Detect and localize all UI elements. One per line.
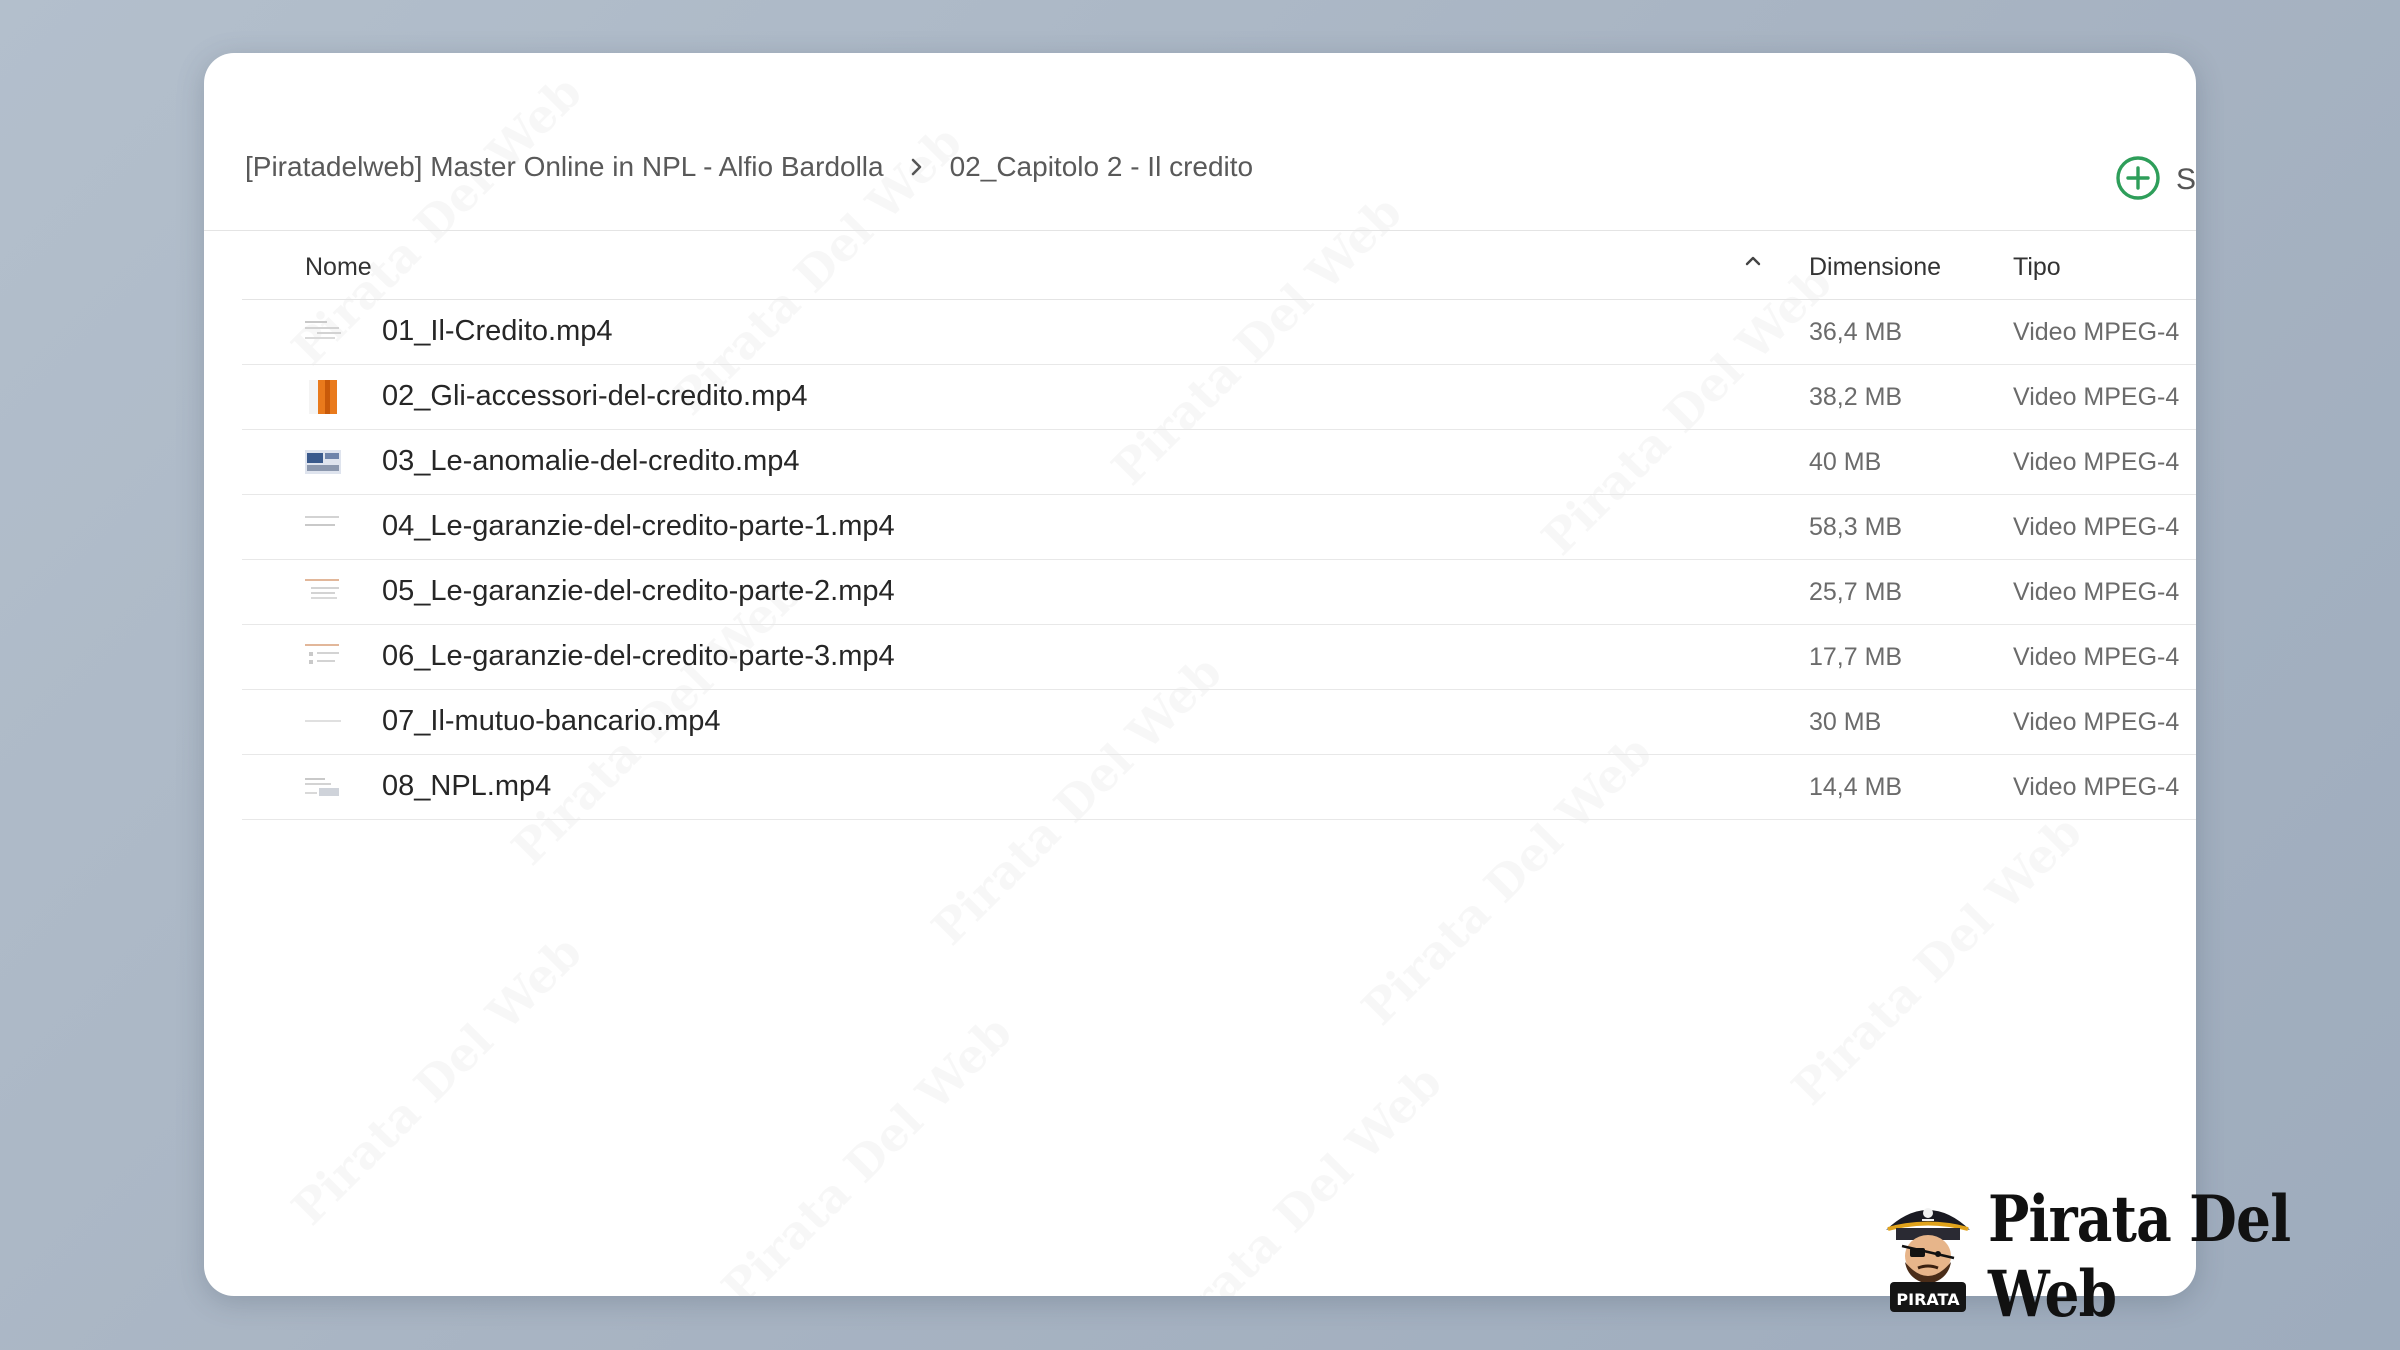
breadcrumb-item-current[interactable]: 02_Capitolo 2 - Il credito: [950, 151, 1254, 183]
slide-thumbnail-icon: [305, 510, 343, 544]
file-row[interactable]: 03_Le-anomalie-del-credito.mp4 40 MB Vid…: [242, 430, 2196, 495]
watermark-text: Pirata Del Web: [1141, 1054, 1452, 1296]
file-size: 36,4 MB: [1809, 318, 1903, 346]
file-size: 40 MB: [1809, 448, 1882, 476]
file-name: 03_Le-anomalie-del-credito.mp4: [382, 445, 800, 477]
file-name: 04_Le-garanzie-del-credito-parte-1.mp4: [382, 510, 895, 542]
column-header-type[interactable]: Tipo: [2013, 253, 2061, 282]
watermark-text: Pirata Del Web: [711, 1004, 1022, 1296]
slide-thumbnail-icon: [305, 770, 343, 804]
file-name: 01_Il-Credito.mp4: [382, 315, 613, 347]
file-size: 25,7 MB: [1809, 578, 1903, 606]
pirate-mascot-icon: PIRATA: [1878, 1196, 1978, 1319]
watermark-text: Pirata Del Web: [281, 924, 592, 1236]
file-row[interactable]: 01_Il-Credito.mp4 36,4 MB Video MPEG-4: [242, 300, 2196, 365]
file-name: 07_Il-mutuo-bancario.mp4: [382, 705, 721, 737]
breadcrumb-item-root[interactable]: [Piratadelweb] Master Online in NPL - Al…: [245, 151, 884, 183]
file-name: 06_Le-garanzie-del-credito-parte-3.mp4: [382, 640, 895, 672]
file-size: 17,7 MB: [1809, 643, 1903, 671]
file-row[interactable]: 02_Gli-accessori-del-credito.mp4 38,2 MB…: [242, 365, 2196, 430]
slide-thumbnail-icon: [305, 575, 343, 609]
file-browser-window: Pirata Del Web Pirata Del Web Pirata Del…: [204, 53, 2196, 1296]
file-type: Video MPEG-4: [2013, 513, 2180, 541]
slide-thumbnail-icon: [305, 640, 343, 674]
header-divider: [204, 230, 2196, 231]
file-type: Video MPEG-4: [2013, 318, 2180, 346]
file-row[interactable]: 04_Le-garanzie-del-credito-parte-1.mp4 5…: [242, 495, 2196, 560]
column-header-row: Nome Dimensione Tipo: [242, 233, 2196, 300]
blank-thumbnail-icon: [305, 705, 343, 739]
file-type: Video MPEG-4: [2013, 708, 2180, 736]
watermark-text: Pirata Del Web: [1781, 804, 2092, 1116]
file-size: 58,3 MB: [1809, 513, 1903, 541]
slide-thumbnail-icon: [305, 315, 343, 349]
new-button[interactable]: S: [2114, 154, 2196, 207]
file-type: Video MPEG-4: [2013, 448, 2180, 476]
file-type: Video MPEG-4: [2013, 773, 2180, 801]
file-type: Video MPEG-4: [2013, 643, 2180, 671]
file-row[interactable]: 05_Le-garanzie-del-credito-parte-2.mp4 2…: [242, 560, 2196, 625]
file-name: 02_Gli-accessori-del-credito.mp4: [382, 380, 808, 412]
file-row[interactable]: 07_Il-mutuo-bancario.mp4 30 MB Video MPE…: [242, 690, 2196, 755]
file-size: 30 MB: [1809, 708, 1882, 736]
column-header-size[interactable]: Dimensione: [1809, 253, 1941, 282]
file-type: Video MPEG-4: [2013, 383, 2180, 411]
logo-badge-text: PIRATA: [1896, 1290, 1960, 1309]
file-size: 38,2 MB: [1809, 383, 1903, 411]
sort-ascending-icon[interactable]: [1743, 249, 1763, 278]
new-button-label: S: [2176, 163, 2196, 196]
file-type: Video MPEG-4: [2013, 578, 2180, 606]
photo-thumbnail-icon: [305, 445, 343, 479]
logo-text: Pirata Del Web: [1988, 1182, 2291, 1332]
file-name: 08_NPL.mp4: [382, 770, 552, 802]
add-circle-icon: [2114, 154, 2162, 207]
orange-cover-thumbnail-icon: [305, 380, 343, 414]
file-row[interactable]: 06_Le-garanzie-del-credito-parte-3.mp4 1…: [242, 625, 2196, 690]
pirata-del-web-logo: PIRATA Pirata Del Web: [1878, 1182, 2400, 1332]
column-header-name[interactable]: Nome: [305, 253, 372, 282]
chevron-right-icon: [910, 157, 924, 177]
file-size: 14,4 MB: [1809, 773, 1903, 801]
file-name: 05_Le-garanzie-del-credito-parte-2.mp4: [382, 575, 895, 607]
file-row[interactable]: 08_NPL.mp4 14,4 MB Video MPEG-4: [242, 755, 2196, 820]
breadcrumb: [Piratadelweb] Master Online in NPL - Al…: [245, 145, 1253, 189]
